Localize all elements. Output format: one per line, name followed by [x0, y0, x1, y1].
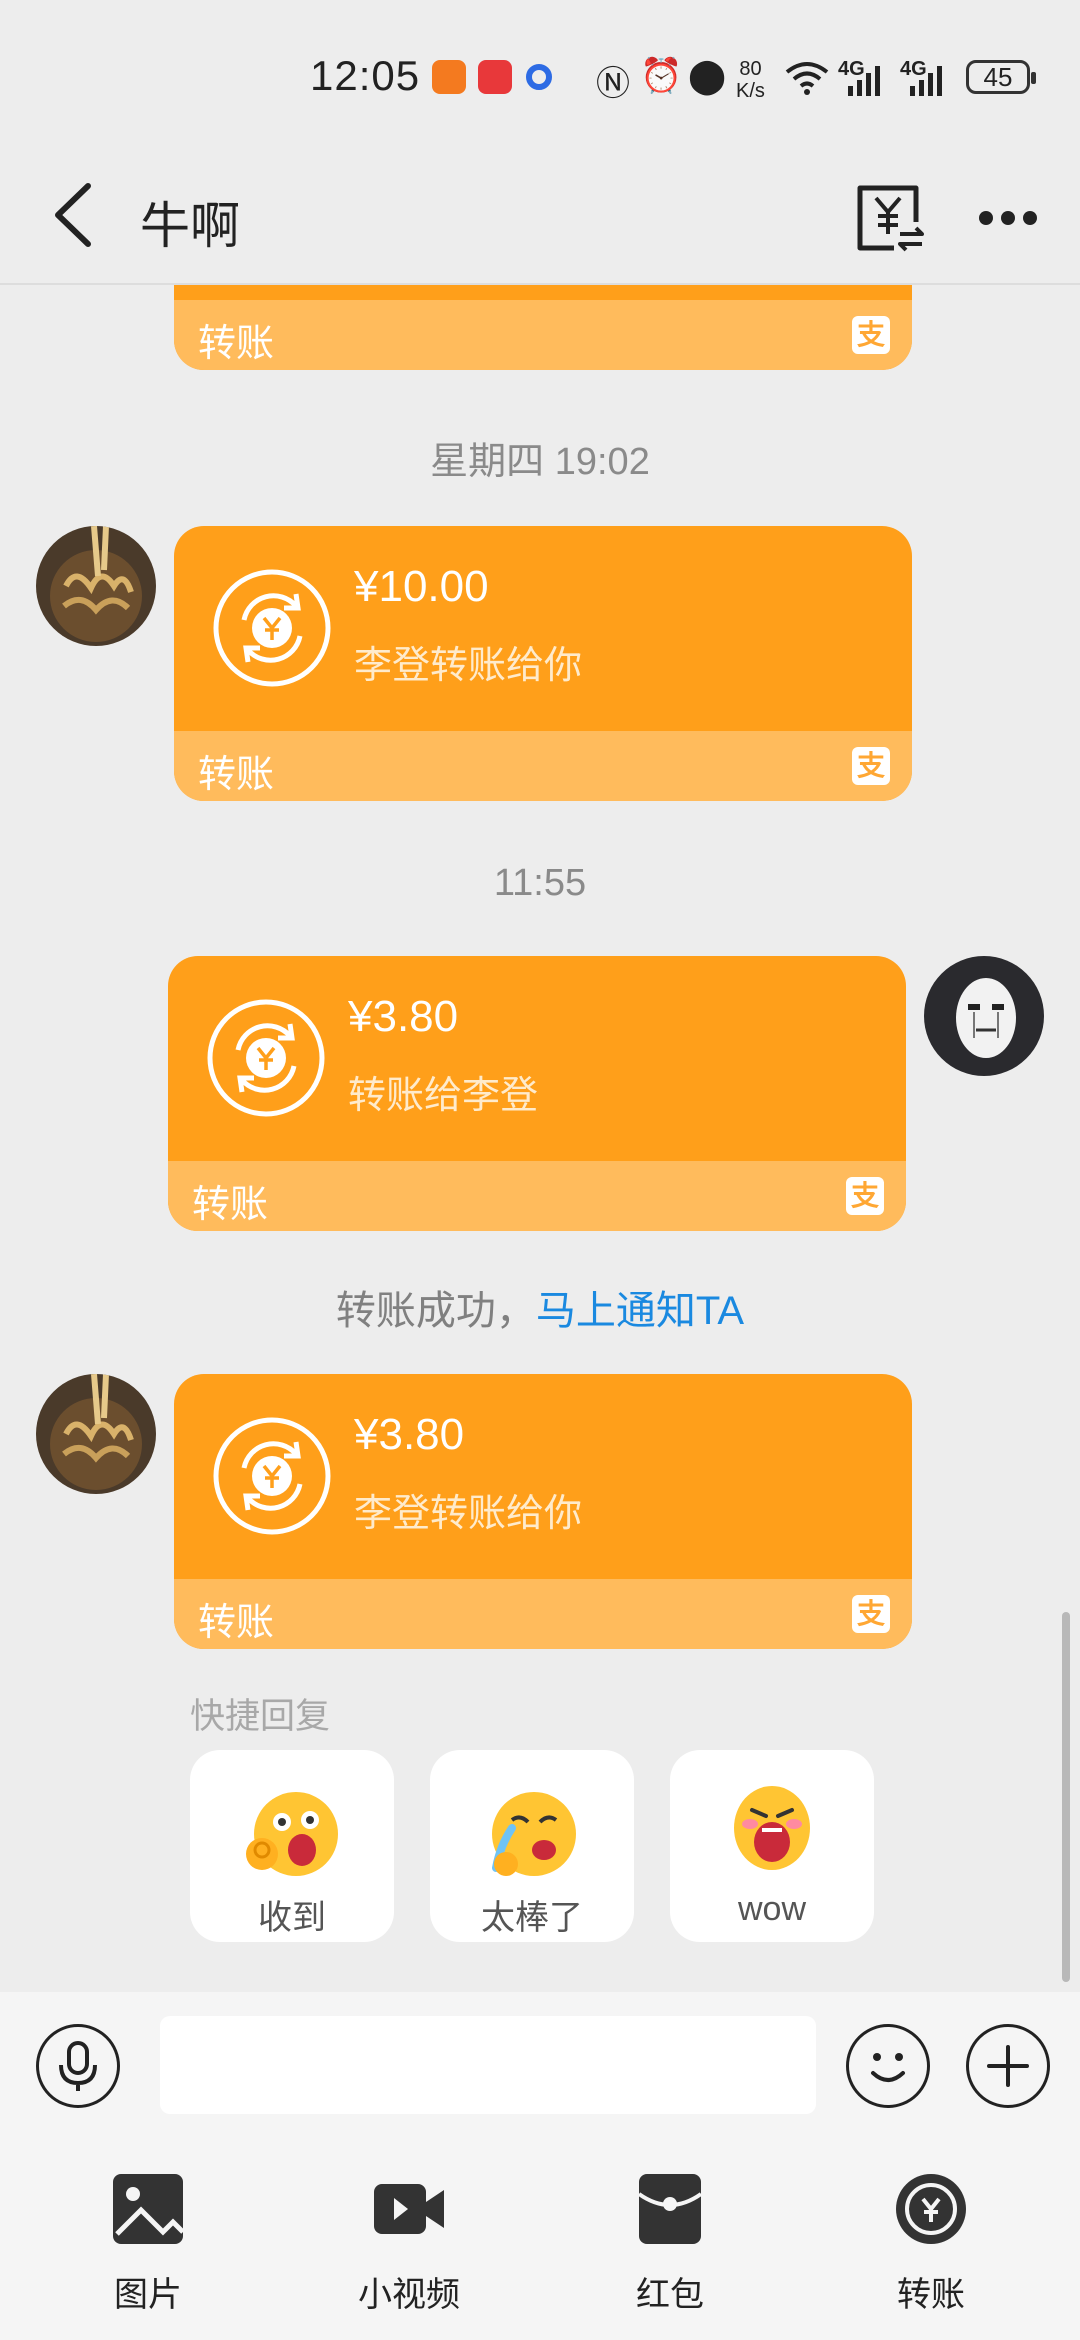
emoji-button[interactable] — [846, 2024, 930, 2108]
notify-link[interactable]: 马上通知TA — [536, 1289, 744, 1333]
tool-image[interactable]: 图片 — [73, 2172, 223, 2316]
message-timestamp: 11:55 — [493, 862, 587, 904]
input-bar — [0, 1992, 1080, 2140]
action-toolbar: 图片 小视频 红包 转账 — [0, 2140, 1080, 2340]
my-avatar[interactable] — [924, 956, 1044, 1076]
tool-label: 图片 — [114, 2276, 182, 2314]
quick-reply-label: 快捷回复 — [190, 1697, 331, 1736]
shouting-emoji-icon — [734, 1786, 810, 1870]
transfer-card[interactable]: ¥10.00 李登转账给你 转账 支 — [174, 526, 912, 801]
signal-icon — [848, 66, 880, 96]
alipay-icon: 支 — [846, 1177, 884, 1215]
net-speed: 80 K/s — [736, 58, 765, 102]
quick-reply-text: wow — [737, 1890, 807, 1928]
red-packet-icon — [637, 2174, 703, 2244]
transfer-description: 李登转账给你 — [354, 1493, 583, 1535]
tool-label: 小视频 — [358, 2276, 460, 2314]
battery-icon: 45 — [966, 60, 1036, 94]
transfer-footer-label: 转账 — [198, 323, 275, 365]
app-notification-icon — [432, 60, 466, 94]
tool-video[interactable]: 小视频 — [334, 2172, 484, 2316]
more-actions-button[interactable] — [966, 2024, 1050, 2108]
message-timestamp: 星期四 19:02 — [430, 441, 650, 483]
transfer-coin-icon — [207, 999, 325, 1117]
transfer-icon — [896, 2174, 966, 2244]
transfer-description: 转账给李登 — [348, 1075, 539, 1117]
notice-text: 转账成功， — [335, 1289, 536, 1333]
ok-emoji-icon — [246, 1792, 338, 1876]
transfer-coin-icon — [213, 569, 331, 687]
wifi-icon — [785, 62, 829, 95]
quick-reply-item[interactable]: 太棒了 — [430, 1750, 634, 1942]
image-icon — [113, 2174, 185, 2244]
tool-transfer[interactable]: 转账 — [856, 2172, 1006, 2316]
transfer-coin-icon — [213, 1417, 331, 1535]
transfer-footer-label: 转账 — [198, 1602, 275, 1644]
chat-header-overlay: 牛啊 — [0, 150, 1080, 285]
quick-reply-text: 收到 — [258, 1899, 326, 1937]
signal-icon — [910, 66, 942, 96]
transfer-amount: ¥3.80 — [354, 1410, 465, 1459]
tool-label: 转账 — [897, 2276, 965, 2314]
quick-reply-item[interactable]: 收到 — [190, 1750, 394, 1942]
alipay-icon: 支 — [852, 747, 890, 785]
smile-icon — [871, 2053, 905, 2082]
message-input[interactable] — [160, 2016, 816, 2114]
contact-avatar[interactable] — [36, 526, 156, 646]
back-icon[interactable] — [46, 180, 106, 250]
nfc-icon: Ⓝ — [596, 65, 630, 103]
transfer-card[interactable]: ¥3.80 李登转账给你 转账 支 — [174, 1374, 912, 1649]
app-notification-icon — [478, 60, 512, 94]
transfer-footer-label: 转账 — [198, 754, 275, 796]
alipay-icon: 支 — [852, 316, 890, 354]
quick-reply-item[interactable]: wow — [670, 1750, 874, 1942]
transfer-footer-label: 转账 — [192, 1184, 269, 1226]
transfer-description: 李登转账给你 — [354, 645, 583, 687]
location-icon: ⬤ — [688, 57, 727, 95]
alarm-icon: ⏰ — [640, 57, 683, 95]
voice-button[interactable] — [36, 2024, 120, 2108]
status-time: 12:05 — [310, 52, 421, 99]
app-notification-icon — [526, 64, 552, 90]
transfer-card[interactable]: ¥3.80 转账给李登 转账 支 — [168, 956, 906, 1231]
status-bar: 12:05 Ⓝ ⏰ ⬤ 80 K/s 4G 4G 45 — [0, 0, 1080, 150]
tool-red-packet[interactable]: 红包 — [595, 2172, 745, 2316]
scrollbar[interactable] — [1062, 1612, 1070, 1982]
chat-title: 牛啊 — [140, 198, 240, 254]
quick-reply-text: 太棒了 — [481, 1899, 583, 1937]
microphone-icon — [59, 2041, 97, 2091]
bill-icon[interactable] — [850, 178, 930, 258]
alipay-icon: 支 — [852, 1595, 890, 1633]
video-icon — [374, 2184, 444, 2234]
more-icon[interactable] — [968, 178, 1048, 258]
transfer-amount: ¥3.80 — [348, 992, 459, 1041]
plus-icon — [987, 2045, 1029, 2087]
transfer-success-notice: 转账成功，马上通知TA — [0, 1278, 1080, 1336]
transfer-amount: ¥10.00 — [354, 562, 489, 611]
contact-avatar[interactable] — [36, 1374, 156, 1494]
tool-label: 红包 — [636, 2276, 704, 2314]
crying-laugh-emoji-icon — [492, 1792, 576, 1876]
